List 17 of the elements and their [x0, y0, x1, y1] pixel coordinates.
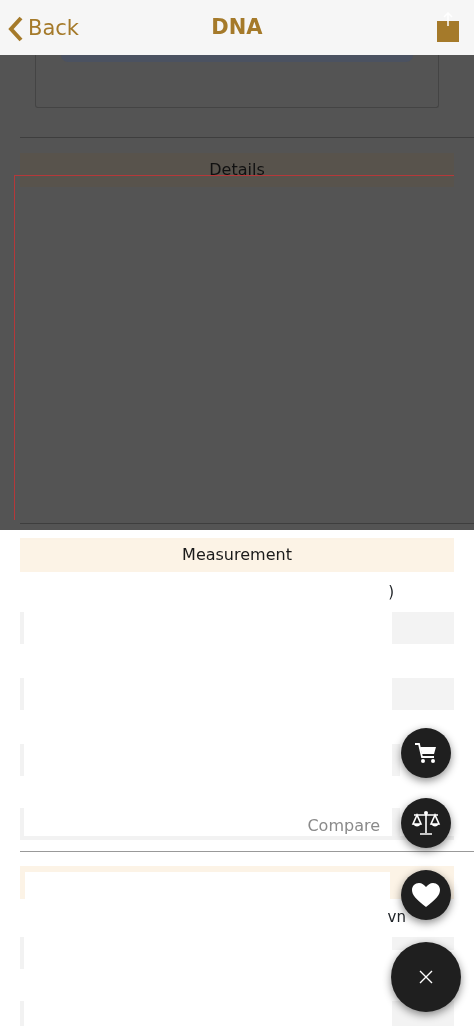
text-fragment: ): [388, 583, 394, 601]
compare-button[interactable]: [401, 798, 451, 848]
cart-icon: [414, 742, 438, 764]
share-icon[interactable]: [436, 12, 460, 42]
back-link[interactable]: Back: [8, 13, 79, 45]
scales-icon: [411, 810, 441, 836]
close-icon: [419, 970, 433, 984]
close-button[interactable]: [391, 942, 461, 1012]
compare-label: Compare: [307, 815, 380, 837]
cart-button[interactable]: [401, 728, 451, 778]
chevron-icon: [8, 15, 24, 42]
value-field: [392, 744, 400, 776]
heart-icon: [412, 882, 440, 908]
section-header: Details: [20, 153, 454, 187]
page-title: DNA: [211, 14, 263, 41]
text-fragment: vn: [387, 908, 406, 926]
section-header: Measurement: [20, 538, 454, 572]
